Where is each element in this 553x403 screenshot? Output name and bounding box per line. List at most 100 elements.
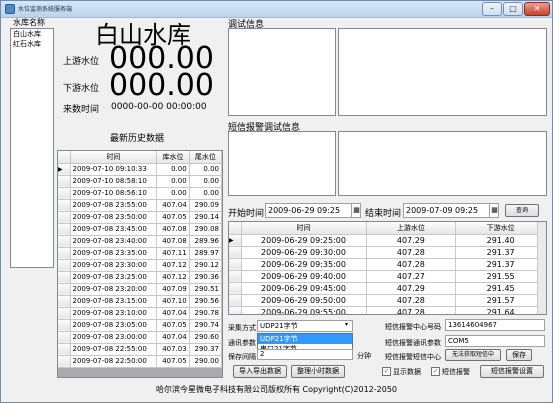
row-header[interactable] [58, 283, 71, 296]
sms-settings-button[interactable]: 短信报警设置 [480, 365, 544, 378]
history-cell: 407.04 [156, 307, 190, 320]
sms-port-input[interactable]: COM5 [445, 335, 545, 347]
save-button[interactable]: 保存 [506, 349, 532, 361]
downstream-value: 000.00 [109, 68, 214, 103]
hourly-data-button[interactable]: 整理小时数据 [291, 365, 345, 378]
results-col-upstream[interactable]: 上游水位 [366, 222, 457, 235]
sms-debug-text-right[interactable] [338, 131, 547, 196]
collect-method-select[interactable]: UDP21字节 [257, 320, 353, 332]
sms-debug-text-left[interactable] [228, 131, 336, 196]
results-col-downstream[interactable]: 下游水位 [455, 222, 546, 235]
reservoir-list[interactable]: 水库名称 白山水库 红石水库 [10, 18, 54, 268]
debug-text-right[interactable] [338, 28, 547, 116]
start-time-picker[interactable]: 2009-06-29 09:25 [265, 203, 361, 218]
row-header[interactable] [58, 259, 71, 272]
time-value: 0000-00-00 00:00:00 [111, 102, 207, 112]
sms-center-input[interactable]: 13614604967 [445, 319, 545, 331]
history-cell: 2009-07-08 23:10:00 [70, 307, 158, 320]
results-row[interactable]: 2009-06-29 09:45:00 407.29 291.45 [229, 282, 546, 295]
row-header[interactable] [58, 271, 71, 284]
reservoir-list-item[interactable]: 白山水库 [11, 29, 53, 39]
history-row[interactable]: ▶ 2009-07-10 09:10:33 0.00 0.00 [58, 163, 222, 176]
reservoir-list-item[interactable]: 红石水库 [11, 39, 53, 49]
history-col-upstream[interactable]: 库水位 [156, 151, 190, 164]
results-row[interactable]: ▶ 2009-06-29 09:25:00 407.29 291.40 [229, 234, 546, 247]
row-header[interactable] [58, 319, 71, 332]
results-row[interactable]: 2009-06-29 09:55:00 407.28 291.64 [229, 306, 546, 314]
results-row-header[interactable] [229, 258, 242, 271]
history-row[interactable]: 2009-07-08 23:45:00 407.08 290.08 [58, 223, 222, 236]
history-table[interactable]: 时间 库水位 尾水位 ▶ 2009-07-10 09:10:33 0.00 0.00 2… [57, 150, 223, 378]
chevron-down-icon[interactable]: ▾ [345, 321, 348, 328]
results-table[interactable]: 时间 上游水位 下游水位 ▶ 2009-06-29 09:25:00 407.29 2… [228, 221, 547, 315]
history-col-time[interactable]: 时间 [70, 151, 158, 164]
history-cell: 2009-07-08 23:25:00 [70, 271, 158, 284]
results-col-time[interactable]: 时间 [241, 222, 367, 235]
query-button[interactable]: 查询 [505, 204, 539, 217]
history-row[interactable]: 2009-07-08 23:55:00 407.04 290.09 [58, 199, 222, 212]
save-interval-input[interactable]: 2 [257, 349, 353, 360]
dropdown-option-udp[interactable]: UDP21字节 [258, 334, 352, 344]
row-header[interactable] [58, 355, 71, 368]
history-row[interactable]: 2009-07-08 22:50:00 407.05 290.00 [58, 355, 222, 368]
row-pointer-icon[interactable]: ▶ [58, 163, 71, 176]
history-row[interactable]: 2009-07-08 22:55:00 407.03 290.37 [58, 343, 222, 356]
import-export-button[interactable]: 导入导出数据 [233, 365, 287, 378]
results-row-header[interactable] [229, 246, 242, 259]
results-cell: 291.55 [455, 270, 546, 283]
history-cell: 290.00 [189, 355, 222, 368]
row-header[interactable] [58, 235, 71, 248]
debug-text-left[interactable] [228, 28, 336, 116]
results-row-header[interactable] [229, 270, 242, 283]
downstream-label: 下游水位 [63, 84, 100, 94]
history-cell: 407.09 [156, 283, 190, 296]
row-header[interactable] [58, 331, 71, 344]
row-header[interactable] [58, 343, 71, 356]
row-header[interactable] [58, 295, 71, 308]
sms-alarm-checkbox[interactable]: ✓ [431, 367, 440, 376]
calendar-icon-end[interactable]: ▦ [489, 204, 499, 217]
results-row[interactable]: 2009-06-29 09:30:00 407.28 291.37 [229, 246, 546, 259]
results-row[interactable]: 2009-06-29 09:50:00 407.28 291.57 [229, 294, 546, 307]
history-row[interactable]: 2009-07-08 23:15:00 407.10 290.56 [58, 295, 222, 308]
results-row-pointer-icon[interactable]: ▶ [229, 234, 242, 247]
title-bar[interactable]: 水位监测系统服务端 – □ ✕ [1, 1, 552, 18]
history-row[interactable]: 2009-07-08 23:05:00 407.05 290.74 [58, 319, 222, 332]
row-header[interactable] [58, 211, 71, 224]
results-scrollbar[interactable] [537, 222, 546, 314]
results-row[interactable]: 2009-06-29 09:40:00 407.27 291.55 [229, 270, 546, 283]
minimize-icon[interactable]: – [482, 2, 502, 16]
history-row[interactable]: 2009-07-08 23:35:00 407.11 289.97 [58, 247, 222, 260]
row-header[interactable] [58, 223, 71, 236]
history-row[interactable]: 2009-07-08 23:20:00 407.09 290.51 [58, 283, 222, 296]
results-row[interactable]: 2009-06-29 09:35:00 407.28 291.37 [229, 258, 546, 271]
history-row[interactable]: 2009-07-08 23:40:00 407.08 289.96 [58, 235, 222, 248]
row-header[interactable] [58, 199, 71, 212]
row-header[interactable] [58, 247, 71, 260]
close-icon[interactable]: ✕ [524, 2, 550, 16]
results-cell: 291.37 [455, 258, 546, 271]
history-row[interactable]: 2009-07-08 23:30:00 407.12 290.12 [58, 259, 222, 272]
history-row[interactable]: 2009-07-08 23:10:00 407.04 290.78 [58, 307, 222, 320]
history-cell: 290.14 [189, 211, 222, 224]
history-row[interactable]: 2009-07-08 23:50:00 407.05 290.14 [58, 211, 222, 224]
history-row[interactable]: 2009-07-08 23:00:00 407.04 290.60 [58, 331, 222, 344]
show-data-checkbox[interactable]: ✓ [382, 367, 391, 376]
row-header[interactable] [58, 187, 71, 200]
history-row[interactable]: 2009-07-10 08:58:10 0.00 0.00 [58, 175, 222, 188]
history-cell: 407.08 [156, 235, 190, 248]
history-cell: 2009-07-10 08:56:10 [70, 187, 158, 200]
auto-get-button[interactable]: 无法获取短信中 [445, 349, 501, 361]
results-row-header[interactable] [229, 282, 242, 295]
history-row[interactable]: 2009-07-10 08:56:10 0.00 0.00 [58, 187, 222, 200]
results-row-header[interactable] [229, 294, 242, 307]
maximize-icon[interactable]: □ [503, 2, 523, 16]
row-header[interactable] [58, 175, 71, 188]
history-row[interactable]: 2009-07-08 23:25:00 407.12 290.36 [58, 271, 222, 284]
row-header[interactable] [58, 307, 71, 320]
results-row-header[interactable] [229, 306, 242, 314]
sms-port-label: 短信报警通讯参数 [385, 339, 441, 347]
calendar-icon-start[interactable]: ▦ [351, 204, 361, 217]
end-time-picker[interactable]: 2009-07-09 09:25 [403, 203, 499, 218]
history-col-downstream[interactable]: 尾水位 [189, 151, 222, 164]
